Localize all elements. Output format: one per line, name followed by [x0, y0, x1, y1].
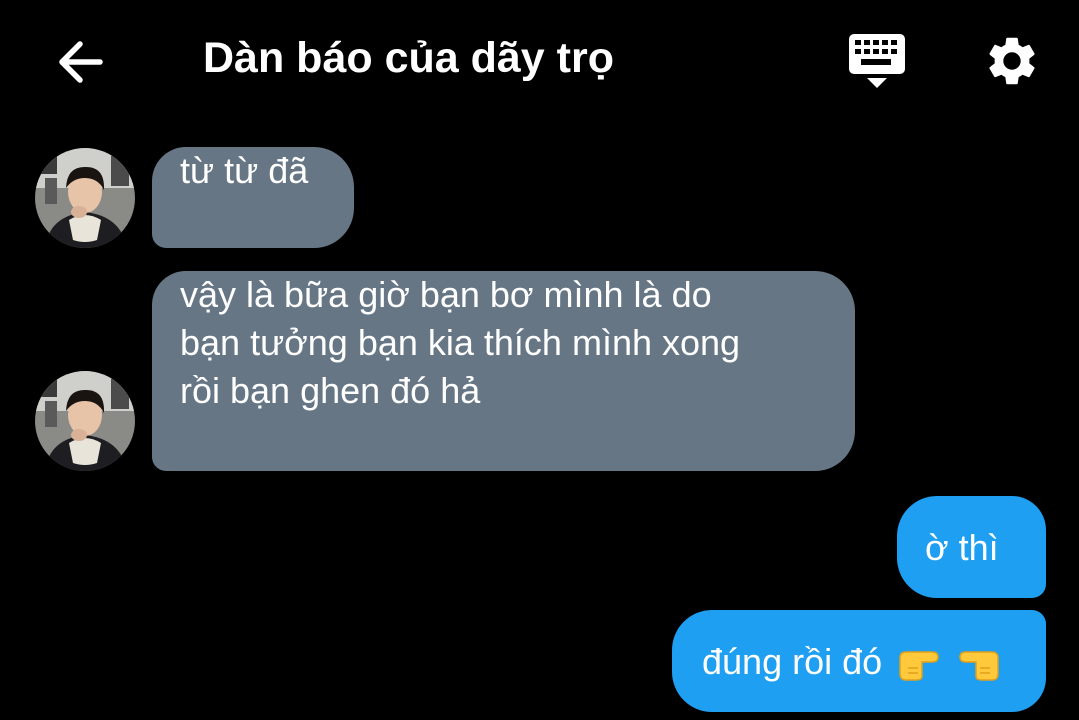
pointing-left-hand-icon	[959, 651, 999, 682]
message-bubble-incoming[interactable]: vậy là bữa giờ bạn bơ mình là do bạn tưở…	[152, 271, 855, 471]
keyboard-button[interactable]	[843, 28, 911, 94]
back-button[interactable]	[48, 30, 112, 94]
message-text: ờ thì	[925, 527, 999, 568]
message-bubble-incoming[interactable]: từ từ đã	[152, 147, 354, 248]
message-text: vậy là bữa giờ bạn bơ mình là do	[180, 274, 712, 315]
gear-icon	[989, 37, 1035, 85]
message-text: rồi bạn ghen đó hả	[180, 370, 481, 411]
message-bubble-outgoing[interactable]: đúng rồi đó	[672, 610, 1046, 712]
chat-header: Dàn báo của dãy trọ	[0, 0, 1079, 120]
settings-button[interactable]	[978, 28, 1046, 94]
profile-photo-icon	[35, 148, 135, 248]
profile-photo-icon	[35, 371, 135, 471]
arrow-left-icon	[59, 41, 103, 83]
message-text: bạn tưởng bạn kia thích mình xong	[180, 322, 741, 363]
avatar[interactable]	[35, 371, 135, 471]
message-bubble-outgoing[interactable]: ờ thì	[897, 496, 1046, 598]
chat-title: Dàn báo của dãy trọ	[203, 34, 614, 82]
pointing-right-hand-icon	[899, 651, 939, 682]
message-text: đúng rồi đó	[702, 641, 883, 682]
keyboard-icon	[849, 34, 905, 88]
avatar[interactable]	[35, 148, 135, 248]
message-text: từ từ đã	[180, 150, 309, 191]
